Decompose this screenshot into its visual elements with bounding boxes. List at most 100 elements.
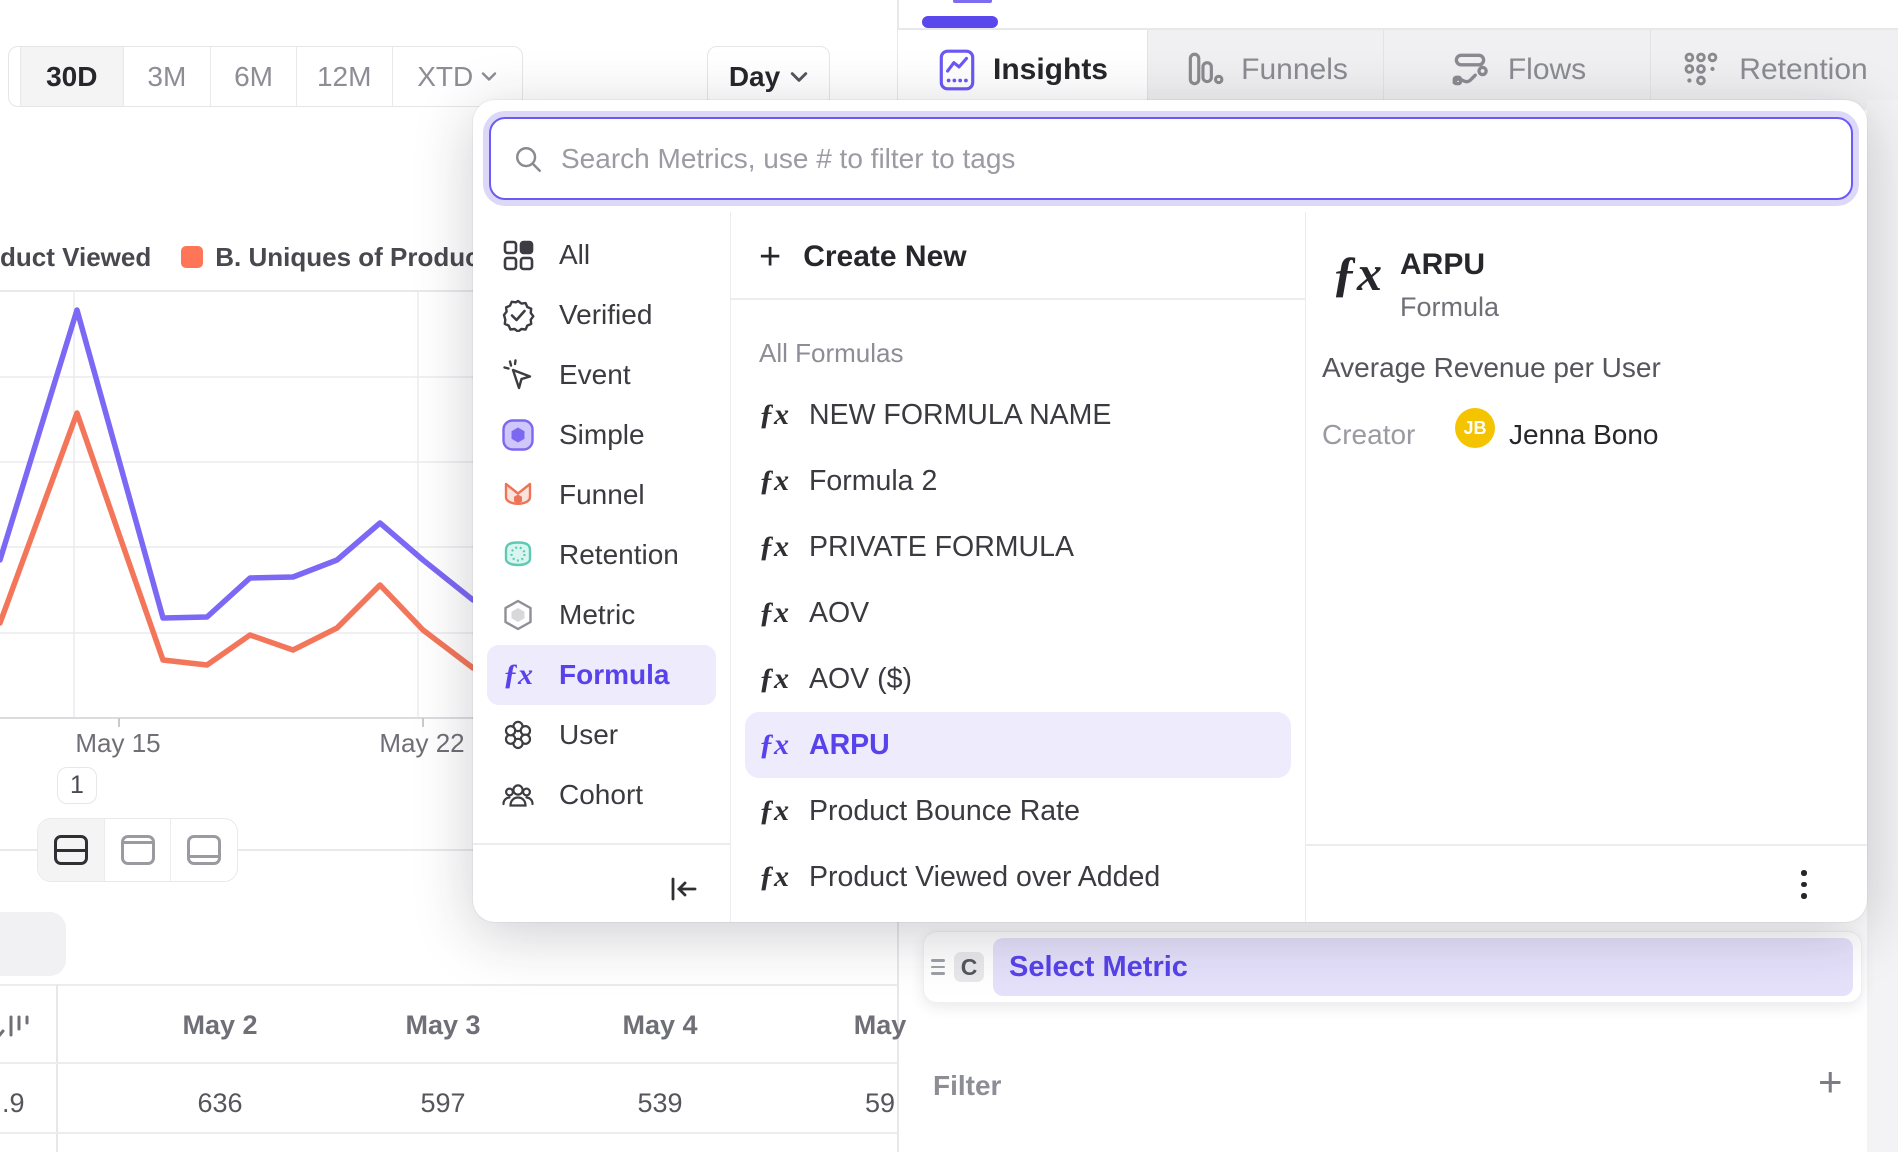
formula-icon: ƒx: [759, 398, 789, 432]
formula-icon: ƒx: [759, 728, 789, 762]
line-chart: [0, 290, 480, 717]
formula-item-label: Product Bounce Rate: [809, 795, 1080, 828]
table-cell: 539: [549, 1088, 771, 1119]
tab-flows[interactable]: Flows: [1383, 30, 1650, 110]
tab-retention[interactable]: Retention: [1650, 30, 1898, 110]
sidebar-item-event[interactable]: Event: [473, 345, 730, 405]
table-top-border: [0, 984, 898, 986]
category-sidebar: AllVerifiedEventSimpleFunnel Retention Met…: [473, 212, 731, 922]
avatar: JB: [1455, 408, 1495, 448]
user-icon: [501, 718, 535, 752]
layout-chart-only-button[interactable]: [105, 819, 172, 881]
sidebar-item-label: Metric: [559, 599, 635, 631]
creator-label: Creator: [1322, 419, 1415, 451]
sidebar-item-cohort[interactable]: Cohort: [473, 765, 730, 825]
formula-item-arpu[interactable]: ƒxARPU: [745, 712, 1291, 778]
inactive-tab-stub[interactable]: [0, 912, 66, 976]
layout-table-only-button[interactable]: [171, 819, 237, 881]
more-options-icon[interactable]: [1789, 870, 1819, 899]
add-filter-button[interactable]: +: [1818, 1058, 1843, 1106]
legend-swatch-b: [181, 246, 203, 268]
sidebar-item-formula[interactable]: ƒxFormula: [487, 645, 716, 705]
drag-handle-icon[interactable]: [931, 959, 945, 975]
formula-item-private-formula[interactable]: ƒx PRIVATE FORMULA: [731, 514, 1305, 580]
funnels-icon: [1183, 49, 1225, 91]
frozen-column-divider: [56, 985, 58, 1152]
sidebar-item-funnel[interactable]: Funnel: [473, 465, 730, 525]
formula-item-aov[interactable]: ƒxAOV: [731, 580, 1305, 646]
range-label: 3M: [147, 61, 186, 93]
search-metrics-input[interactable]: [561, 119, 1851, 198]
table-row-label-fragment: .9: [2, 1088, 25, 1119]
range-label: XTD: [417, 61, 473, 93]
sidebar-item-all[interactable]: All: [473, 225, 730, 285]
view-tabs: Insights Funnels FlowsRetention: [898, 30, 1898, 110]
grid-icon: [501, 238, 535, 272]
range-button-12m[interactable]: 12M: [297, 47, 393, 106]
cohort-icon: [501, 778, 535, 812]
formula-item-label: PRIVATE FORMULA: [809, 531, 1074, 564]
range-button-xtd[interactable]: XTD: [393, 47, 522, 106]
range-button-cut[interactable]: [9, 47, 21, 106]
metric-picker-modal: AllVerifiedEventSimpleFunnel Retention Met…: [473, 100, 1867, 922]
x-tick-label: May 22: [352, 728, 492, 759]
table-cell: 597: [332, 1088, 554, 1119]
layout-split-button[interactable]: [38, 819, 105, 881]
create-new-button[interactable]: + Create New: [759, 240, 967, 274]
sidebar-item-metric[interactable]: Metric: [473, 585, 730, 645]
formula-item-label: AOV: [809, 597, 869, 630]
chart-legend: duct Viewed B. Uniques of Product Add: [0, 242, 473, 272]
range-label: 30D: [46, 61, 97, 93]
chevron-down-icon: [790, 71, 808, 83]
metric-clause-card: C Select Metric: [923, 931, 1862, 1003]
sidebar-item-user[interactable]: User: [473, 705, 730, 765]
table-header-divider: [0, 1062, 898, 1064]
modal-columns: AllVerifiedEventSimpleFunnel Retention Met…: [473, 212, 1867, 922]
formula-item-new-formula-name[interactable]: ƒxNEW FORMULA NAME: [731, 382, 1305, 448]
column-header[interactable]: May: [769, 1010, 991, 1041]
sidebar-footer-divider: [473, 843, 730, 845]
tab-funnels[interactable]: Funnels: [1147, 30, 1383, 110]
formula-item-product-viewed-over-added[interactable]: ƒxProduct Viewed over Added: [731, 844, 1305, 910]
event-icon: [501, 358, 535, 392]
sidebar-item-simple[interactable]: Simple: [473, 405, 730, 465]
formula-icon: ƒx: [759, 662, 789, 696]
table-row-divider: [0, 1132, 898, 1134]
clause-letter-badge: C: [954, 952, 984, 982]
range-button-3m[interactable]: 3M: [124, 47, 212, 106]
sidebar-item-retention[interactable]: Retention: [473, 525, 730, 585]
column-header[interactable]: May 3: [332, 1010, 554, 1041]
sidebar-item-label: Retention: [559, 539, 679, 571]
formula-item-formula-2[interactable]: ƒxFormula 2: [731, 448, 1305, 514]
table-cell: 636: [109, 1088, 331, 1119]
analytics-app: 30D3M6M12MXTD Day InsightsFunnelsFlowsRe…: [0, 0, 1898, 1152]
legend-label-a: duct Viewed: [0, 242, 151, 272]
column-header[interactable]: May 4: [549, 1010, 771, 1041]
chevron-down-icon: [481, 71, 497, 82]
range-button-30d[interactable]: 30D: [21, 47, 124, 106]
layout-table-only-icon: [187, 835, 221, 865]
creator-name: Jenna Bono: [1509, 419, 1658, 451]
detail-description: Average Revenue per User: [1322, 352, 1661, 384]
tab-label: Funnels: [1241, 53, 1348, 87]
column-header[interactable]: May 2: [109, 1010, 331, 1041]
sort-descending-icon[interactable]: [0, 1005, 38, 1045]
page-background-strip: [1867, 100, 1898, 1152]
sidebar-item-verified[interactable]: Verified: [473, 285, 730, 345]
formula-icon: ƒx: [759, 530, 789, 564]
flows-icon: [1448, 49, 1492, 91]
formula-item-aov-[interactable]: ƒxAOV ($): [731, 646, 1305, 712]
formula-item-product-bounce-rate[interactable]: ƒxProduct Bounce Rate: [731, 778, 1305, 844]
collapse-sidebar-icon[interactable]: [666, 872, 700, 906]
filter-section-label: Filter: [933, 1070, 1001, 1102]
select-metric-button[interactable]: Select Metric: [993, 938, 1853, 996]
retention-icon: [501, 538, 535, 572]
formula-item-label: Formula 2: [809, 465, 937, 498]
select-metric-label: Select Metric: [1009, 951, 1188, 984]
granularity-dropdown[interactable]: Day: [707, 46, 830, 107]
legend-label-b: B. Uniques of Product Add: [215, 242, 473, 272]
tab-insights[interactable]: Insights: [898, 30, 1147, 110]
range-button-6m[interactable]: 6M: [211, 47, 297, 106]
insights-icon: [937, 48, 977, 92]
page-1-button[interactable]: 1: [57, 767, 97, 804]
